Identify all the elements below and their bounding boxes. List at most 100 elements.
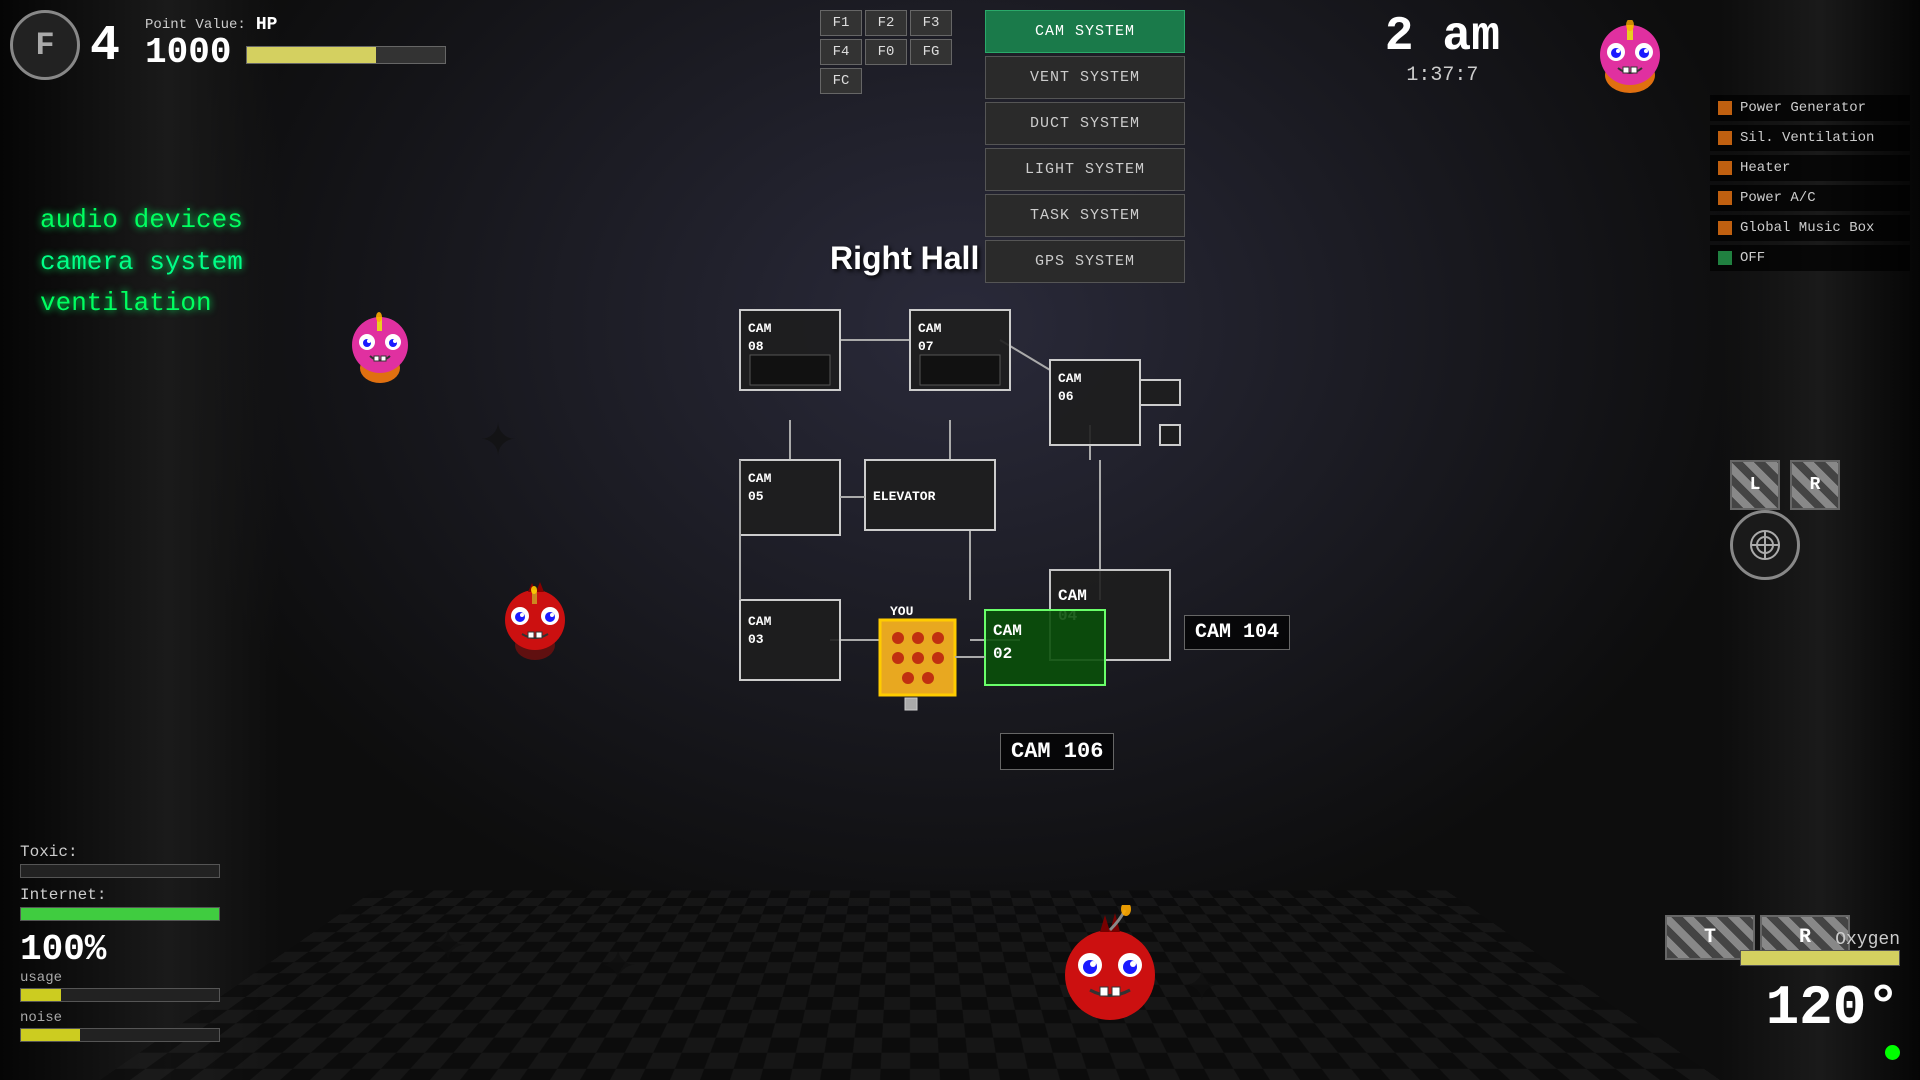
char-face-red-2 (1050, 905, 1170, 1030)
gps-system-btn[interactable]: GPS SYSTEM (985, 240, 1185, 283)
right-systems-panel: Power Generator Sil. Ventilation Heater … (1710, 95, 1910, 275)
time-sub: 1:37:7 (1385, 64, 1500, 87)
svg-text:02: 02 (993, 645, 1012, 663)
cam-104-label: CAM 104 (1184, 615, 1290, 650)
internet-pct: 100% (20, 929, 220, 970)
heater-label: Heater (1740, 160, 1790, 176)
left-menu: audio devices camera system ventilation (40, 200, 243, 325)
char-face-left (340, 310, 420, 395)
off-indicator (1718, 251, 1732, 265)
func-btn-f0[interactable]: F0 (865, 39, 907, 65)
char-face-left-svg (340, 310, 420, 390)
func-buttons: F1 F2 F3 F4 F0 FG FC (820, 10, 990, 94)
oxygen-label: Oxygen (1740, 930, 1900, 950)
light-system-btn[interactable]: LIGHT SYSTEM (985, 148, 1185, 191)
svg-text:CAM: CAM (1058, 371, 1082, 386)
noise-label: noise (20, 1010, 220, 1026)
map-svg: CAM 08 CAM 07 CAM 06 CAM 05 ELEVATOR CAM… (680, 260, 1300, 830)
char-face-red-1 (490, 580, 580, 675)
power-ac-item: Power A/C (1710, 185, 1910, 211)
f-logo: F (10, 10, 80, 80)
cam-system-btn[interactable]: CAM SYSTEM (985, 10, 1185, 53)
system-panel: CAM SYSTEM VENT SYSTEM DUCT SYSTEM LIGHT… (985, 10, 1185, 286)
f-logo-text: F (35, 27, 54, 64)
hud-stats: Point Value: HP 1000 (145, 15, 446, 71)
char-face-svg (1590, 20, 1670, 100)
svg-text:CAM: CAM (918, 321, 942, 336)
vent-system-btn[interactable]: VENT SYSTEM (985, 56, 1185, 99)
func-btn-fc[interactable]: FC (820, 68, 862, 94)
hp-label: HP (256, 15, 278, 35)
noise-bar (21, 1029, 80, 1041)
status-dot-green (1885, 1045, 1900, 1060)
player-number: 4 (90, 18, 120, 75)
menu-audio-devices[interactable]: audio devices (40, 200, 243, 242)
power-ac-label: Power A/C (1740, 190, 1816, 206)
point-value-label: Point Value: (145, 17, 246, 33)
svg-text:07: 07 (918, 339, 934, 354)
sil-ventilation-indicator (1718, 131, 1732, 145)
bottom-right-stats: Oxygen 120° (1740, 930, 1900, 1060)
toxic-label: Toxic: (20, 843, 220, 861)
global-music-box-indicator (1718, 221, 1732, 235)
svg-text:CAM: CAM (748, 614, 772, 629)
internet-bar-container (20, 907, 220, 921)
off-item: OFF (1710, 245, 1910, 271)
func-btn-f1[interactable]: F1 (820, 10, 862, 36)
hp-bar (247, 47, 376, 63)
cam-106-label: CAM 106 (1000, 733, 1114, 770)
time-hour: 2 am (1385, 10, 1500, 64)
menu-camera-system[interactable]: camera system (40, 242, 243, 284)
time-display: 2 am 1:37:7 (1385, 10, 1500, 87)
global-music-box-label: Global Music Box (1740, 220, 1874, 236)
sil-ventilation-item: Sil. Ventilation (1710, 125, 1910, 151)
heater-indicator (1718, 161, 1732, 175)
global-music-box-item: Global Music Box (1710, 215, 1910, 241)
svg-text:CAM: CAM (1058, 587, 1087, 605)
oxygen-bar-container (1740, 950, 1900, 966)
r-button[interactable]: R (1790, 460, 1840, 510)
menu-ventilation[interactable]: ventilation (40, 283, 243, 325)
svg-text:05: 05 (748, 489, 764, 504)
usage-bar-container (20, 988, 220, 1002)
func-btn-fg[interactable]: FG (910, 39, 952, 65)
svg-text:YOU: YOU (890, 604, 913, 619)
svg-text:06: 06 (1058, 389, 1074, 404)
duct-system-btn[interactable]: DUCT SYSTEM (985, 102, 1185, 145)
power-generator-indicator (1718, 101, 1732, 115)
func-btn-f3[interactable]: F3 (910, 10, 952, 36)
usage-bar (21, 989, 61, 1001)
power-generator-label: Power Generator (1740, 100, 1866, 116)
map-container: Right Hall CAM 08 CAM 07 (680, 200, 1300, 800)
char-face-red-1-svg (490, 580, 580, 670)
hp-bar-container (246, 46, 446, 64)
power-generator-item: Power Generator (1710, 95, 1910, 121)
svg-text:CAM: CAM (748, 321, 772, 336)
temp-value: 120° (1740, 976, 1900, 1040)
char-face-red-2-svg (1050, 905, 1170, 1025)
func-btn-f2[interactable]: F2 (865, 10, 907, 36)
sil-ventilation-label: Sil. Ventilation (1740, 130, 1874, 146)
svg-text:08: 08 (748, 339, 764, 354)
task-system-btn[interactable]: TASK SYSTEM (985, 194, 1185, 237)
char-face-top-right (1590, 20, 1670, 100)
power-ac-indicator (1718, 191, 1732, 205)
l-button[interactable]: L (1730, 460, 1780, 510)
floor (100, 890, 1720, 1080)
circle-button[interactable] (1730, 510, 1800, 580)
circle-btn-icon (1748, 528, 1783, 563)
svg-text:CAM: CAM (993, 622, 1022, 640)
bottom-left-stats: Toxic: Internet: 100% usage noise (20, 843, 220, 1050)
usage-label: usage (20, 970, 220, 986)
func-btn-f4[interactable]: F4 (820, 39, 862, 65)
toxic-bar-container (20, 864, 220, 878)
svg-text:CAM: CAM (748, 471, 772, 486)
internet-bar (21, 908, 219, 920)
noise-bar-container (20, 1028, 220, 1042)
point-value: 1000 (145, 35, 231, 71)
svg-text:ELEVATOR: ELEVATOR (873, 489, 936, 504)
oxygen-bar (1741, 951, 1899, 965)
heater-item: Heater (1710, 155, 1910, 181)
internet-label: Internet: (20, 886, 220, 904)
off-label: OFF (1740, 250, 1765, 266)
